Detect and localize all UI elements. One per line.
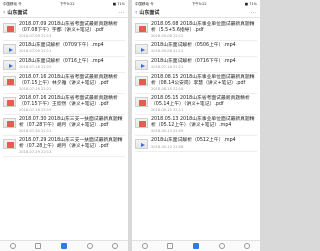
list-item[interactable]: 2018.07.09 2018山东省考面试最新真题精析（07.08下午）字都（讲… <box>3 20 125 42</box>
file-date: 2018-07-29 22:13 <box>19 150 52 155</box>
pdf-file-icon <box>135 118 148 129</box>
title-bar: ‹ 山东面试 ··· <box>0 8 128 18</box>
file-date: 2018-07-30 22:11 <box>19 129 52 134</box>
back-icon[interactable]: ‹ <box>3 9 5 16</box>
file-list: 2018.05.08 2018山东事业单位面试最新真题精析（5.5+5.6指导）… <box>132 18 260 153</box>
file-name: 2018山东面试解析（0506上午）.mp4 <box>151 43 236 49</box>
page-title: 山东面试 <box>7 10 28 16</box>
file-name: 2018山东面试解析（0716上午）.mp4 <box>19 59 104 65</box>
list-item[interactable]: 2018山东面试解析（0716下午）.mp4 2018-07-16 22:21 <box>135 57 257 74</box>
page-title: 山东面试 <box>139 10 160 16</box>
list-item[interactable]: 2018.07.30 2018山东三支一扶面试最新真题精析（07.28下午）胡月… <box>3 115 125 137</box>
pdf-file-icon <box>135 76 148 87</box>
status-bar: 中国移动 令 下午5:22 ■ 71% <box>0 0 128 8</box>
right-phone-panel: 中国移动 令 下午5:22 ■ 71% ‹ 山东面试 ··· 2018.05.0… <box>132 0 260 251</box>
home-icon[interactable] <box>141 243 148 249</box>
clock: 下午5:22 <box>191 1 207 6</box>
file-name: 2018.07.09 2018山东省考面试最新真题精析（07.08下午）字都（讲… <box>19 22 118 33</box>
list-item[interactable]: 2018.07.16 2018山东省考面试最新真题精析（07.15下午）王欣然（… <box>3 94 125 116</box>
left-phone-panel: 中国移动 令 下午5:22 ■ 71% ‹ 山东面试 ··· 2018.07.0… <box>0 0 128 251</box>
title-bar: ‹ 山东面试 ··· <box>132 8 260 18</box>
file-name: 2018山东面试解析（0716下午）.mp4 <box>151 59 236 65</box>
file-date: 2018-07-16 22:21 <box>151 65 184 70</box>
list-item[interactable]: 2018.05.08 2018山东事业单位面试最新真题精析（5.5+5.6指导）… <box>135 20 257 42</box>
carrier: 中国移动 令 <box>135 1 154 6</box>
file-name: 2018.05.08 2018山东事业单位面试最新真题精析（5.5+5.6指导）… <box>151 22 255 33</box>
list-item[interactable]: 2018.08.15 2018山东事业单位面试最新真题精析（08.14公安岗）李… <box>135 73 257 95</box>
list-item[interactable]: 2018山东面试解析（0512上午）.mp4 2018-05-12 22:08 <box>135 136 257 153</box>
list-item[interactable]: 2018.05.15 2018山东省考面试最新真题精析（05.14上午）（讲义+… <box>135 94 257 116</box>
video-file-icon <box>135 60 148 71</box>
file-date: 2018-07-09 22:11 <box>19 49 52 54</box>
file-list: 2018.07.09 2018山东省考面试最新真题精析（07.08下午）字都（讲… <box>0 18 128 158</box>
video-file-icon <box>3 44 16 55</box>
list-item[interactable]: 2018.07.16 2018山东省考面试最新真题精析（07.15上午）林夕雅（… <box>3 73 125 95</box>
file-date: 2018-07-16 22:21 <box>19 87 52 92</box>
battery: ■ 71% <box>244 2 257 6</box>
list-item[interactable]: 2018.05.13 2018山东事业单位面试最新真题精析（05.12上午）（讲… <box>135 115 257 137</box>
file-date: 2018-08-15 22:18 <box>151 87 184 92</box>
file-name: 2018.07.29 2018山东三支一扶面试最新真题精析（07.28上午）胡月… <box>19 138 123 150</box>
back-icon[interactable]: ‹ <box>135 9 137 16</box>
file-date: 2018-05-08 22:12 <box>151 34 184 39</box>
pdf-file-icon <box>3 23 16 33</box>
status-bar: 中国移动 令 下午5:22 ■ 71% <box>132 0 260 8</box>
share-icon[interactable] <box>218 243 225 249</box>
file-name: 2018.07.16 2018山东省考面试最新真题精析（07.15下午）王欣然（… <box>19 96 118 107</box>
file-date: 2018-05-12 22:08 <box>151 144 184 149</box>
grid-icon[interactable] <box>167 243 174 249</box>
pdf-file-icon <box>135 97 148 108</box>
list-item[interactable]: 2018山东面试解析（0709下午）.mp4 2018-07-09 22:11 <box>3 41 125 58</box>
list-item[interactable]: 2018山东面试解析（0506上午）.mp4 2018-05-06 22:12 <box>135 41 257 58</box>
file-date: 2018-07-16 22:19 <box>19 108 52 113</box>
pdf-file-icon <box>3 139 16 150</box>
profile-icon[interactable] <box>244 243 251 249</box>
file-name: 2018山东面试解析（0512上午）.mp4 <box>151 138 236 144</box>
folder-icon[interactable] <box>192 243 199 249</box>
file-date: 2018-07-09 22:13 <box>19 34 52 39</box>
battery: ■ 71% <box>112 2 125 6</box>
clock: 下午5:22 <box>59 1 75 6</box>
pdf-file-icon <box>3 118 16 129</box>
file-date: 2018-05-13 22:09 <box>151 129 184 134</box>
file-date: 2018-05-06 22:12 <box>151 49 184 54</box>
file-date: 2018-07-16 22:22 <box>19 65 52 70</box>
grid-icon[interactable] <box>35 243 42 249</box>
video-file-icon <box>135 44 148 55</box>
home-icon[interactable] <box>9 243 16 249</box>
carrier: 中国移动 令 <box>3 1 22 6</box>
file-date: 2018-05-15 22:11 <box>151 108 184 113</box>
bottom-nav <box>132 240 260 251</box>
more-icon[interactable]: ··· <box>251 10 257 16</box>
video-file-icon <box>135 139 148 150</box>
more-icon[interactable]: ··· <box>119 10 125 16</box>
file-name: 2018山东面试解析（0709下午）.mp4 <box>19 43 104 49</box>
file-name: 2018.07.30 2018山东三支一扶面试最新真题精析（07.28下午）胡月… <box>19 117 123 129</box>
list-item[interactable]: 2018山东面试解析（0716上午）.mp4 2018-07-16 22:22 <box>3 57 125 74</box>
file-name: 2018.05.15 2018山东省考面试最新真题精析（05.14上午）（讲义+… <box>151 96 250 107</box>
list-item[interactable]: 2018.07.29 2018山东三支一扶面试最新真题精析（07.28上午）胡月… <box>3 136 125 158</box>
share-icon[interactable] <box>86 243 93 249</box>
pdf-file-icon <box>3 76 16 87</box>
profile-icon[interactable] <box>112 243 119 249</box>
video-file-icon <box>3 60 16 71</box>
bottom-nav <box>0 240 128 251</box>
file-name: 2018.08.15 2018山东事业单位面试最新真题精析（08.14公安岗）李… <box>151 75 255 86</box>
file-name: 2018.07.16 2018山东省考面试最新真题精析（07.15上午）林夕雅（… <box>19 75 118 86</box>
pdf-file-icon <box>3 97 16 108</box>
folder-icon[interactable] <box>60 243 67 249</box>
file-name: 2018.05.13 2018山东事业单位面试最新真题精析（05.12上午）（讲… <box>151 117 255 129</box>
pdf-file-icon <box>135 23 148 33</box>
